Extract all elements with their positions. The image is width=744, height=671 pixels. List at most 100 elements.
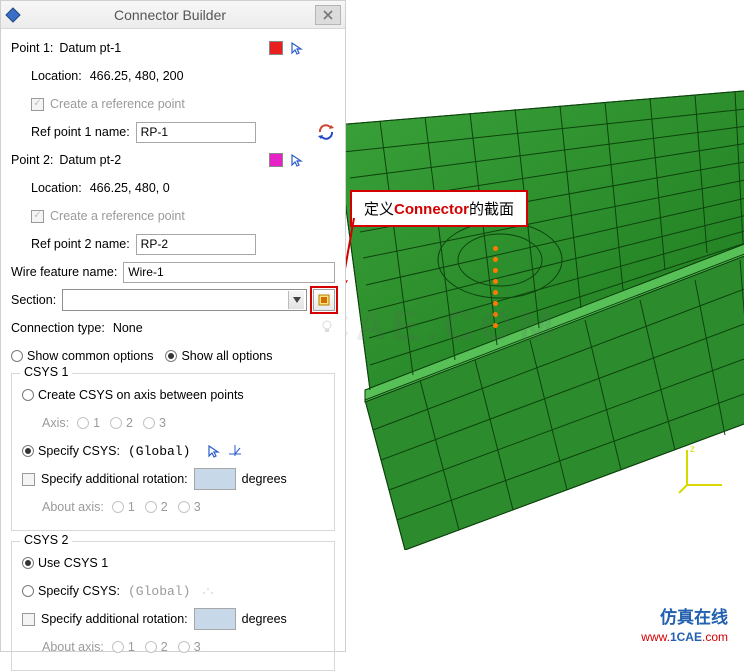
point2-label: Point 2: xyxy=(11,153,53,167)
radio-all-options[interactable] xyxy=(165,350,177,362)
degrees-label-2: degrees xyxy=(242,612,287,626)
radio-common-options[interactable] xyxy=(11,350,23,362)
axis1-label: 1 xyxy=(93,416,100,430)
point2-header: Point 2: Datum pt-2 xyxy=(11,149,335,171)
pick-csys1-button[interactable] xyxy=(206,443,222,459)
dialog-title: Connector Builder xyxy=(25,7,315,23)
refresh-icon xyxy=(316,122,336,142)
brand-url: www.1CAE.com xyxy=(641,630,728,644)
specify-csys1-label: Specify CSYS: xyxy=(38,444,120,458)
create-ref-label-1: Create a reference point xyxy=(50,97,185,111)
use-csys1-label: Use CSYS 1 xyxy=(38,556,108,570)
wire-label: Wire feature name: xyxy=(11,265,117,279)
axis2-label: 2 xyxy=(126,416,133,430)
connection-type-row: Connection type: None xyxy=(11,317,335,339)
about-axis-label-1: About axis: xyxy=(42,500,104,514)
csys1-title: CSYS 1 xyxy=(20,365,72,379)
section-label: Section: xyxy=(11,293,56,307)
csys2-specify-row: Specify CSYS: (Global) xyxy=(22,580,324,602)
degrees-label-1: degrees xyxy=(242,472,287,486)
point2-location-value: 466.25, 480, 0 xyxy=(90,181,170,195)
create-ref-checkbox-2: ✓ xyxy=(31,210,44,223)
point2-location-row: Location: 466.25, 480, 0 xyxy=(11,177,335,199)
svg-text:z: z xyxy=(690,444,695,455)
app-icon xyxy=(5,7,21,23)
about3-radio xyxy=(178,501,190,513)
csys2-title: CSYS 2 xyxy=(20,533,72,547)
cursor-icon xyxy=(290,41,304,55)
conn-type-value: None xyxy=(113,321,143,335)
wire-row: Wire feature name: xyxy=(11,261,335,283)
radio-create-on-axis[interactable] xyxy=(22,389,34,401)
point1-label: Point 1: xyxy=(11,41,53,55)
csys1-specify-row: Specify CSYS: (Global) xyxy=(22,440,324,462)
radio-specify-csys2[interactable] xyxy=(22,585,34,597)
specify-csys1-value: (Global) xyxy=(128,444,190,459)
callout-text: 定义 xyxy=(364,201,394,218)
point1-refname-row: Ref point 1 name: xyxy=(11,121,335,143)
location-label: Location: xyxy=(31,69,82,83)
axis1-radio xyxy=(77,417,89,429)
specify-rotation-checkbox-2[interactable] xyxy=(22,613,35,626)
footer-brand: 仿真在线 www.1CAE.com xyxy=(641,603,728,644)
section-row: Section: xyxy=(11,289,335,311)
create-section-button[interactable] xyxy=(313,289,335,311)
section-dropdown[interactable] xyxy=(62,289,307,311)
connector-builder-dialog: Connector Builder Point 1: Datum pt-1 Lo… xyxy=(0,0,346,652)
pick-point1-button[interactable] xyxy=(289,40,305,56)
point1-datum: Datum pt-1 xyxy=(59,41,121,55)
create-on-axis-label: Create CSYS on axis between points xyxy=(38,388,244,402)
about1-radio-2 xyxy=(112,641,124,653)
close-icon xyxy=(323,10,333,20)
csys1-about-axis-row: About axis: 1 2 3 xyxy=(22,496,324,518)
close-button[interactable] xyxy=(315,5,341,25)
about1-radio xyxy=(112,501,124,513)
bulb-icon[interactable] xyxy=(319,319,335,338)
all-options-label: Show all options xyxy=(181,349,272,363)
point2-datum: Datum pt-2 xyxy=(59,153,121,167)
axis2-radio xyxy=(110,417,122,429)
csys1-create-row: Create CSYS on axis between points xyxy=(22,384,324,406)
csys1-group: CSYS 1 Create CSYS on axis between point… xyxy=(11,373,335,531)
specify-csys2-value: (Global) xyxy=(128,584,190,599)
axes-icon[interactable] xyxy=(228,443,242,460)
url-mid: 1CAE xyxy=(670,630,702,644)
wire-name-input[interactable] xyxy=(123,262,335,283)
csys2-rotation-row: Specify additional rotation: degrees xyxy=(22,608,324,630)
about3-label: 3 xyxy=(194,500,201,514)
csys2-about-axis-row: About axis: 1 2 3 xyxy=(22,636,324,658)
radio-use-csys1[interactable] xyxy=(22,557,34,569)
swap-points-button[interactable] xyxy=(315,121,337,143)
point2-refname-row: Ref point 2 name: xyxy=(11,233,335,255)
section-icon xyxy=(317,293,331,307)
rotation-input-1[interactable] xyxy=(194,468,236,490)
point1-createref-row: ✓ Create a reference point xyxy=(11,93,335,115)
chevron-down-icon xyxy=(288,291,304,309)
point2-color-swatch[interactable] xyxy=(269,153,283,167)
point1-location-value: 466.25, 480, 200 xyxy=(90,69,184,83)
axis-triad-icon: z xyxy=(677,440,732,495)
ref2-name-input[interactable] xyxy=(136,234,256,255)
about1-label: 1 xyxy=(128,500,135,514)
csys2-use1-row: Use CSYS 1 xyxy=(22,552,324,574)
about3-radio-2 xyxy=(178,641,190,653)
axes-icon-2 xyxy=(200,583,214,600)
titlebar[interactable]: Connector Builder xyxy=(1,1,345,29)
common-options-label: Show common options xyxy=(27,349,153,363)
rotation-input-2[interactable] xyxy=(194,608,236,630)
pick-point2-button[interactable] xyxy=(289,152,305,168)
ref1-name-label: Ref point 1 name: xyxy=(31,125,130,139)
radio-specify-csys1[interactable] xyxy=(22,445,34,457)
create-ref-label-2: Create a reference point xyxy=(50,209,185,223)
point1-color-swatch[interactable] xyxy=(269,41,283,55)
viewport: z 定义Connector的截面 1CAE.COM 仿真在线 www.1CAE.… xyxy=(0,0,744,652)
cursor-icon xyxy=(290,153,304,167)
ref1-name-input[interactable] xyxy=(136,122,256,143)
ref2-name-label: Ref point 2 name: xyxy=(31,237,130,251)
about2-label: 2 xyxy=(161,500,168,514)
brand-cn: 仿真在线 xyxy=(641,603,728,628)
csys1-axis-row: Axis: 1 2 3 xyxy=(22,412,324,434)
cursor-icon xyxy=(207,444,221,458)
specify-rotation-checkbox-1[interactable] xyxy=(22,473,35,486)
url-suf: .com xyxy=(702,630,728,644)
